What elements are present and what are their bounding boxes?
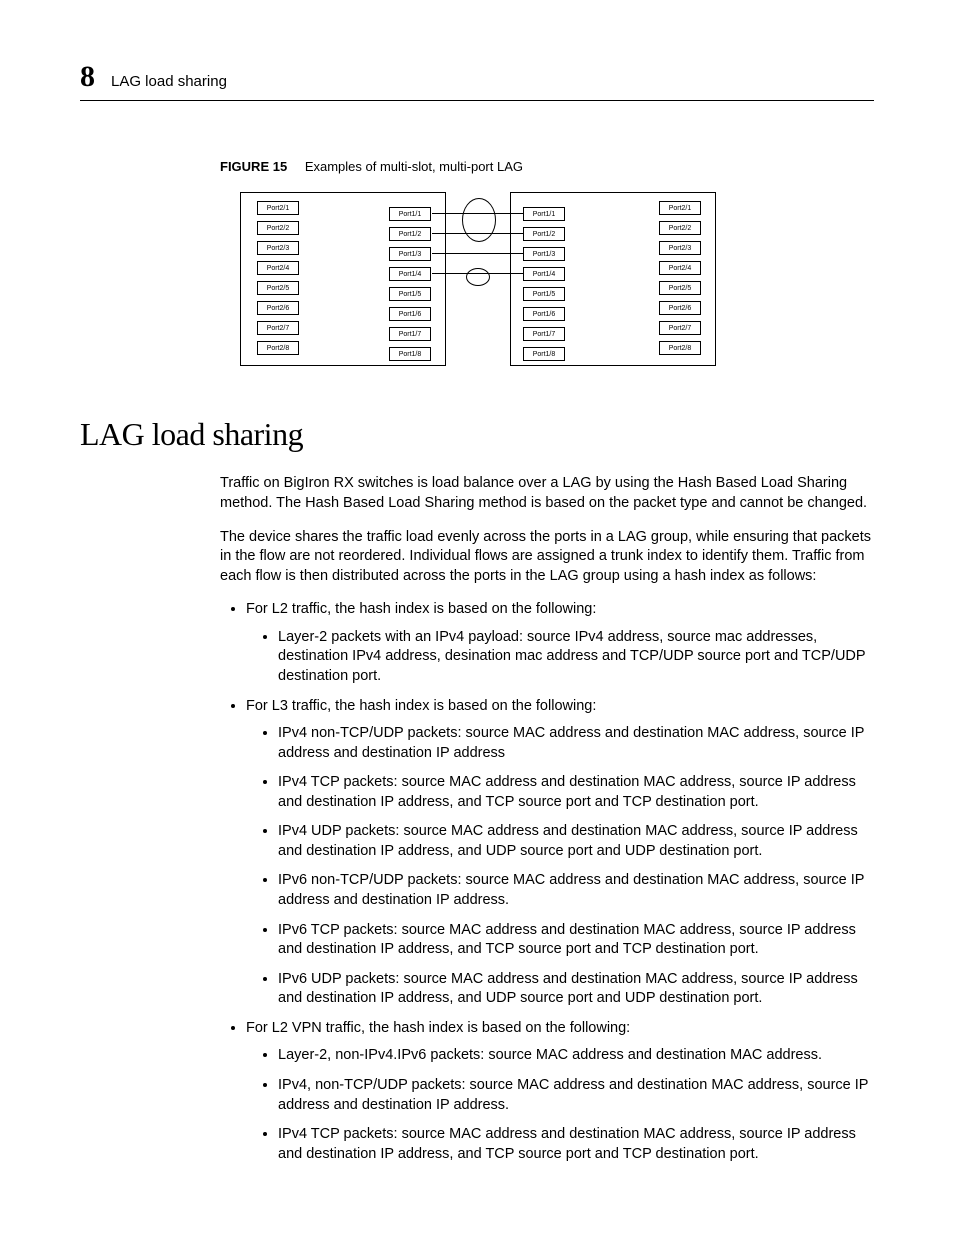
port-label: Port2/3 [659, 241, 701, 255]
lag-link [432, 253, 524, 254]
list-item: For L2 VPN traffic, the hash index is ba… [246, 1019, 874, 1164]
paragraph: The device shares the traffic load evenl… [220, 528, 874, 587]
port-label: Port1/6 [389, 307, 431, 321]
port-label: Port1/7 [523, 327, 565, 341]
port-label: Port2/7 [257, 321, 299, 335]
port-label: Port1/4 [389, 267, 431, 281]
list-item: IPv4 non-TCP/UDP packets: source MAC add… [278, 724, 874, 763]
bullet-list: For L2 traffic, the hash index is based … [220, 600, 874, 1164]
right-inner-port-column: Port1/1 Port1/2 Port1/3 Port1/4 Port1/5 … [523, 207, 565, 367]
port-label: Port2/4 [257, 261, 299, 275]
list-item: For L3 traffic, the hash index is based … [246, 697, 874, 1009]
port-label: Port2/6 [659, 301, 701, 315]
list-item: IPv6 non-TCP/UDP packets: source MAC add… [278, 871, 874, 910]
ellipse-icon [466, 268, 490, 286]
port-label: Port2/6 [257, 301, 299, 315]
figure-label: FIGURE 15 [220, 159, 287, 174]
figure-caption: FIGURE 15 Examples of multi-slot, multi-… [220, 159, 874, 174]
port-label: Port1/6 [523, 307, 565, 321]
list-item-text: For L2 VPN traffic, the hash index is ba… [246, 1020, 630, 1036]
port-label: Port1/5 [523, 287, 565, 301]
port-label: Port2/1 [659, 201, 701, 215]
paragraph: Traffic on BigIron RX switches is load b… [220, 474, 874, 513]
list-item: For L2 traffic, the hash index is based … [246, 600, 874, 686]
list-item: IPv4 TCP packets: source MAC address and… [278, 773, 874, 812]
list-item: IPv4 UDP packets: source MAC address and… [278, 822, 874, 861]
list-item: IPv4, non-TCP/UDP packets: source MAC ad… [278, 1076, 874, 1115]
port-label: Port1/5 [389, 287, 431, 301]
section-heading: LAG load sharing [80, 416, 874, 453]
left-inner-port-column: Port1/1 Port1/2 Port1/3 Port1/4 Port1/5 … [389, 207, 431, 367]
port-label: Port2/4 [659, 261, 701, 275]
list-item: Layer-2 packets with an IPv4 payload: so… [278, 628, 874, 687]
port-label: Port2/2 [659, 221, 701, 235]
page-header: 8 LAG load sharing [80, 60, 874, 101]
port-label: Port2/5 [659, 281, 701, 295]
port-label: Port2/8 [659, 341, 701, 355]
port-label: Port2/5 [257, 281, 299, 295]
list-item-text: For L2 traffic, the hash index is based … [246, 601, 596, 617]
port-label: Port2/8 [257, 341, 299, 355]
port-label: Port1/3 [389, 247, 431, 261]
left-switch: Port2/1 Port2/2 Port2/3 Port2/4 Port2/5 … [240, 192, 446, 366]
bullet-sublist: Layer-2 packets with an IPv4 payload: so… [246, 628, 874, 687]
port-label: Port1/2 [523, 227, 565, 241]
figure-caption-text: Examples of multi-slot, multi-port LAG [305, 159, 523, 174]
bullet-sublist: IPv4 non-TCP/UDP packets: source MAC add… [246, 724, 874, 1009]
port-label: Port1/8 [523, 347, 565, 361]
bullet-sublist: Layer-2, non-IPv4.IPv6 packets: source M… [246, 1046, 874, 1164]
list-item: IPv6 TCP packets: source MAC address and… [278, 921, 874, 960]
port-label: Port1/1 [523, 207, 565, 221]
port-label: Port1/3 [523, 247, 565, 261]
port-label: Port2/3 [257, 241, 299, 255]
port-label: Port2/2 [257, 221, 299, 235]
port-label: Port1/4 [523, 267, 565, 281]
port-label: Port1/2 [389, 227, 431, 241]
chapter-number: 8 [80, 60, 95, 94]
right-outer-port-column: Port2/1 Port2/2 Port2/3 Port2/4 Port2/5 … [659, 201, 701, 361]
body-text: Traffic on BigIron RX switches is load b… [220, 474, 874, 586]
port-label: Port1/8 [389, 347, 431, 361]
port-label: Port2/7 [659, 321, 701, 335]
page: 8 LAG load sharing FIGURE 15 Examples of… [0, 0, 954, 1235]
figure-diagram: Port2/1 Port2/2 Port2/3 Port2/4 Port2/5 … [240, 192, 716, 368]
list-item-text: For L3 traffic, the hash index is based … [246, 698, 596, 714]
list-item: Layer-2, non-IPv4.IPv6 packets: source M… [278, 1046, 874, 1066]
ellipse-icon [462, 198, 496, 242]
list-item: IPv4 TCP packets: source MAC address and… [278, 1125, 874, 1164]
right-switch: Port1/1 Port1/2 Port1/3 Port1/4 Port1/5 … [510, 192, 716, 366]
left-outer-port-column: Port2/1 Port2/2 Port2/3 Port2/4 Port2/5 … [257, 201, 299, 361]
port-label: Port1/7 [389, 327, 431, 341]
port-label: Port2/1 [257, 201, 299, 215]
running-header-title: LAG load sharing [111, 73, 227, 90]
port-label: Port1/1 [389, 207, 431, 221]
list-item: IPv6 UDP packets: source MAC address and… [278, 970, 874, 1009]
